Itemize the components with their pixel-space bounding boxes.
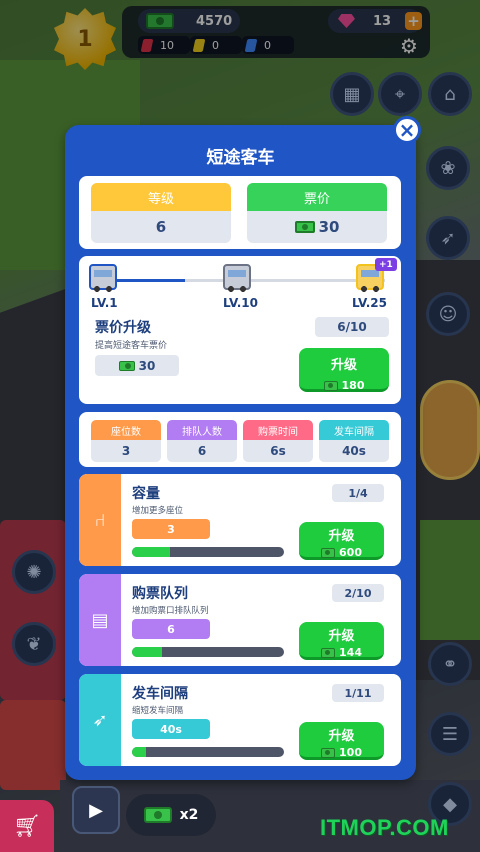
cash-icon xyxy=(321,547,336,558)
video-reward-pill[interactable]: x2 xyxy=(126,794,216,836)
upgrade-capacity-progress-fill xyxy=(132,547,170,557)
upgrade-interval-button-label: 升级 xyxy=(328,729,355,744)
level-ticket-card: 等级 6 票价 30 xyxy=(79,176,401,249)
bus-upgrade-dialog: 短途客车 等级 6 票价 30 +1 LV.1 LV.10 LV.25 票价升级… xyxy=(65,125,416,780)
stat-queue: 排队人数 6 xyxy=(167,420,237,462)
stat-ticket-time-value: 6s xyxy=(243,440,313,462)
level-stat: 等级 6 xyxy=(91,183,231,243)
ticket-upgrade-button-label: 升级 xyxy=(330,358,357,373)
upgrade-capacity-value: 3 xyxy=(132,519,210,539)
stat-queue-value: 6 xyxy=(167,440,237,462)
ticket-current-price: 30 xyxy=(95,355,179,376)
milestone-label-25: LV.25 xyxy=(352,296,387,310)
ticket-upgrade-cost: 180 xyxy=(341,379,365,392)
upgrade-capacity-cost: 600 xyxy=(339,546,362,559)
stat-seats-value: 3 xyxy=(91,440,161,462)
stat-departure-interval-value: 40s xyxy=(319,440,389,462)
ticket-queue-icon: ▤ xyxy=(79,574,121,666)
upgrade-queue-progress xyxy=(132,647,284,657)
stat-queue-label: 排队人数 xyxy=(167,420,237,440)
ticket-current-price-value: 30 xyxy=(138,358,156,373)
watch-video-button[interactable]: ▶ xyxy=(72,786,120,834)
upgrade-queue-title: 购票队列 xyxy=(132,586,188,602)
upgrade-interval-progress-fill xyxy=(132,747,146,757)
ticket-stat: 票价 30 xyxy=(247,183,387,243)
milestone-reward-badge: +1 xyxy=(375,258,397,271)
play-icon: ▶ xyxy=(89,799,103,821)
stat-seats: 座位数 3 xyxy=(91,420,161,462)
upgrade-queue-card: ▤ 购票队列 增加购票口排队队列 6 2/10 升级 144 xyxy=(79,574,401,666)
ticket-upgrade-title: 票价升级 xyxy=(95,320,151,336)
level-stat-label: 等级 xyxy=(91,183,231,211)
milestone-label-10: LV.10 xyxy=(223,296,258,310)
stat-seats-label: 座位数 xyxy=(91,420,161,440)
ticket-upgrade-button[interactable]: 升级 180 xyxy=(299,348,389,392)
stat-departure-interval-label: 发车间隔 xyxy=(319,420,389,440)
ticket-stat-label: 票价 xyxy=(247,183,387,211)
upgrade-capacity-card: ⑁ 容量 增加更多座位 3 1/4 升级 600 xyxy=(79,474,401,566)
bus-milestone-1-icon xyxy=(89,264,117,292)
ticket-stat-value-row: 30 xyxy=(247,211,387,243)
reward-multiplier: x2 xyxy=(179,807,199,823)
upgrade-interval-title: 发车间隔 xyxy=(132,686,188,702)
upgrade-queue-button[interactable]: 升级 144 xyxy=(299,622,384,660)
dialog-title: 短途客车 xyxy=(206,148,275,168)
upgrade-queue-value: 6 xyxy=(132,619,210,639)
upgrade-queue-cost-row: 144 xyxy=(299,646,384,659)
upgrade-interval-progress xyxy=(132,747,284,757)
upgrade-interval-button[interactable]: 升级 100 xyxy=(299,722,384,760)
ticket-upgrade-card: +1 LV.1 LV.10 LV.25 票价升级 提高短途客车票价 30 6/1… xyxy=(79,256,401,404)
cash-icon xyxy=(143,807,172,823)
rocket-icon: ➶ xyxy=(79,674,121,766)
upgrade-queue-progress-fill xyxy=(132,647,163,657)
shop-cart-button[interactable]: 🛒︎ xyxy=(0,800,54,852)
cash-icon xyxy=(321,747,336,758)
watermark-text: ITMOP.COM xyxy=(320,815,449,840)
upgrade-capacity-progress xyxy=(132,547,284,557)
cash-icon xyxy=(321,647,336,658)
cart-icon: 🛒︎ xyxy=(13,813,41,839)
upgrade-interval-card: ➶ 发车间隔 缩短发车间隔 40s 1/11 升级 100 xyxy=(79,674,401,766)
bus-stats-card: 座位数 3 排队人数 6 购票时间 6s 发车间隔 40s xyxy=(79,412,401,467)
upgrade-interval-cost-row: 100 xyxy=(299,746,384,759)
upgrade-capacity-count: 1/4 xyxy=(332,484,384,502)
seat-icon: ⑁ xyxy=(79,474,121,566)
upgrade-capacity-cost-row: 600 xyxy=(299,546,384,559)
stat-departure-interval: 发车间隔 40s xyxy=(319,420,389,462)
ticket-stat-value: 30 xyxy=(318,218,340,236)
ticket-upgrade-desc: 提高短途客车票价 xyxy=(95,341,168,351)
upgrade-capacity-button-label: 升级 xyxy=(328,529,355,544)
bus-milestone-10-icon xyxy=(223,264,251,292)
cash-icon xyxy=(323,380,338,391)
upgrade-queue-cost: 144 xyxy=(339,646,362,659)
ticket-upgrade-count: 6/10 xyxy=(315,317,389,337)
upgrade-capacity-desc: 增加更多座位 xyxy=(132,506,184,516)
upgrade-capacity-button[interactable]: 升级 600 xyxy=(299,522,384,560)
upgrade-interval-value: 40s xyxy=(132,719,210,739)
upgrade-queue-button-label: 升级 xyxy=(328,629,355,644)
level-stat-value: 6 xyxy=(91,211,231,243)
cash-icon xyxy=(118,360,135,371)
upgrade-queue-count: 2/10 xyxy=(332,584,384,602)
upgrade-capacity-title: 容量 xyxy=(132,486,160,502)
cash-icon xyxy=(294,221,315,233)
close-button[interactable]: × xyxy=(393,116,421,144)
upgrade-interval-desc: 缩短发车间隔 xyxy=(132,706,184,716)
ticket-upgrade-cost-row: 180 xyxy=(299,379,389,392)
milestone-label-1: LV.1 xyxy=(91,296,118,310)
upgrade-interval-cost: 100 xyxy=(339,746,362,759)
upgrade-interval-count: 1/11 xyxy=(332,684,384,702)
upgrade-queue-desc: 增加购票口排队队列 xyxy=(132,606,209,616)
stat-ticket-time-label: 购票时间 xyxy=(243,420,313,440)
stat-ticket-time: 购票时间 6s xyxy=(243,420,313,462)
